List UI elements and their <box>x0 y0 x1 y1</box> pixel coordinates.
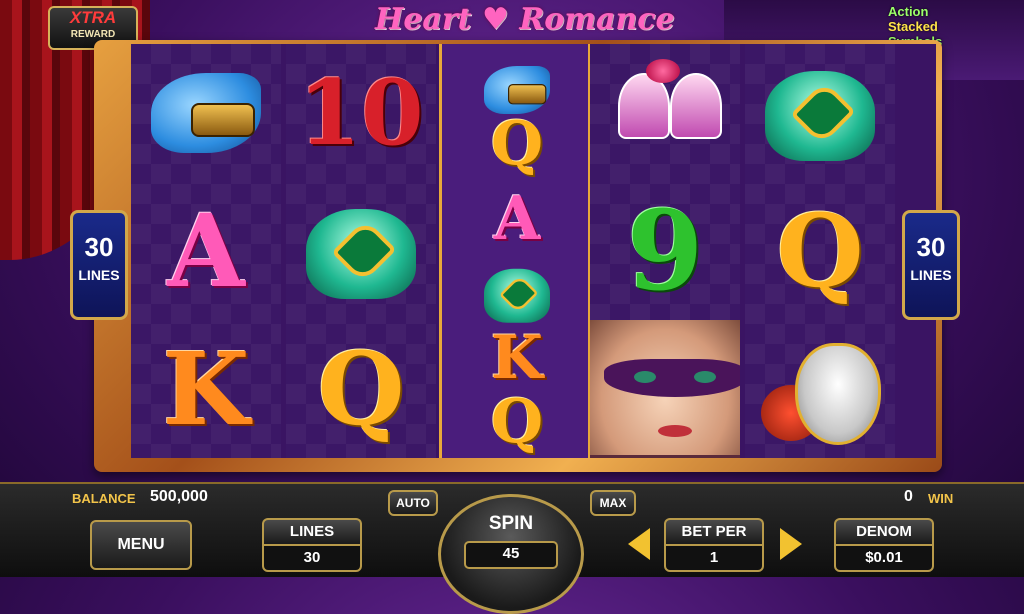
balance-value: 500,000 <box>150 488 208 505</box>
lines-badge-number: 30 <box>916 232 946 262</box>
menu-button[interactable]: MENU <box>90 520 192 570</box>
bet-per-label: BET PER <box>664 518 764 544</box>
bet-increase-arrow-icon[interactable] <box>780 528 802 560</box>
win-value: 0 <box>904 488 913 505</box>
symbol-champagne-glasses <box>590 44 740 182</box>
action-text: Action <box>888 4 929 19</box>
symbol-emerald-pouch-small <box>442 250 592 323</box>
denom-value: $0.01 <box>834 544 934 572</box>
auto-button[interactable]: AUTO <box>388 490 438 516</box>
symbol-masked-lady <box>590 320 740 458</box>
symbol-venetian-mask <box>745 320 895 458</box>
reel-4: 9 <box>590 44 740 458</box>
xtra-logo-text: XTRA <box>69 8 117 27</box>
symbol-king-small: K <box>490 323 544 393</box>
symbol-nine: 9 <box>626 186 704 315</box>
bet-per-button[interactable]: BET PER 1 <box>664 518 764 574</box>
spin-button[interactable]: SPIN 45 <box>438 494 584 614</box>
symbol-king: K <box>162 330 250 448</box>
max-bet-button[interactable]: MAX <box>590 490 636 516</box>
denom-label: DENOM <box>834 518 934 544</box>
lines-button-label: LINES <box>262 518 362 544</box>
symbol-ace-small: A <box>493 184 541 254</box>
symbol-emerald-pouch <box>286 182 436 320</box>
symbol-ten: 10 <box>298 60 424 166</box>
win-label: WIN <box>928 491 954 506</box>
reel-area: A K 10 Q Q A K Q 9 Q <box>131 44 936 458</box>
symbol-queen: Q <box>317 330 405 448</box>
reel-5: Q <box>745 44 895 458</box>
symbol-gloves-binoculars <box>131 44 281 182</box>
symbol-queen-small-2: Q <box>490 387 544 457</box>
reel-3: Q A K Q <box>439 44 591 458</box>
balance-label: BALANCE <box>72 491 136 506</box>
lines-badge-label: LINES <box>78 267 120 283</box>
spin-label: SPIN <box>488 513 534 534</box>
symbol-ace: A <box>167 192 245 310</box>
symbol-queen-small: Q <box>490 109 544 179</box>
symbol-gloves-binoculars-small <box>442 44 592 114</box>
bet-per-value: 1 <box>664 544 764 572</box>
symbol-queen: Q <box>776 192 864 310</box>
denom-button[interactable]: DENOM $0.01 <box>834 518 934 574</box>
lines-badge-number: 30 <box>84 232 114 262</box>
reel-1: A K <box>131 44 281 458</box>
lines-badge-label: LINES <box>910 267 952 283</box>
stacked-text: Stacked <box>888 19 938 34</box>
game-title-logo: Heart ♥ Romance <box>375 2 675 37</box>
total-bet-value: 45 <box>464 541 558 569</box>
lines-badge-right: 30 LINES <box>902 210 960 320</box>
symbol-emerald-pouch <box>745 44 895 182</box>
lines-badge-left: 30 LINES <box>70 210 128 320</box>
reel-2: 10 Q <box>286 44 436 458</box>
lines-button-value: 30 <box>262 544 362 572</box>
bet-decrease-arrow-icon[interactable] <box>628 528 650 560</box>
lines-button[interactable]: LINES 30 <box>262 518 362 574</box>
